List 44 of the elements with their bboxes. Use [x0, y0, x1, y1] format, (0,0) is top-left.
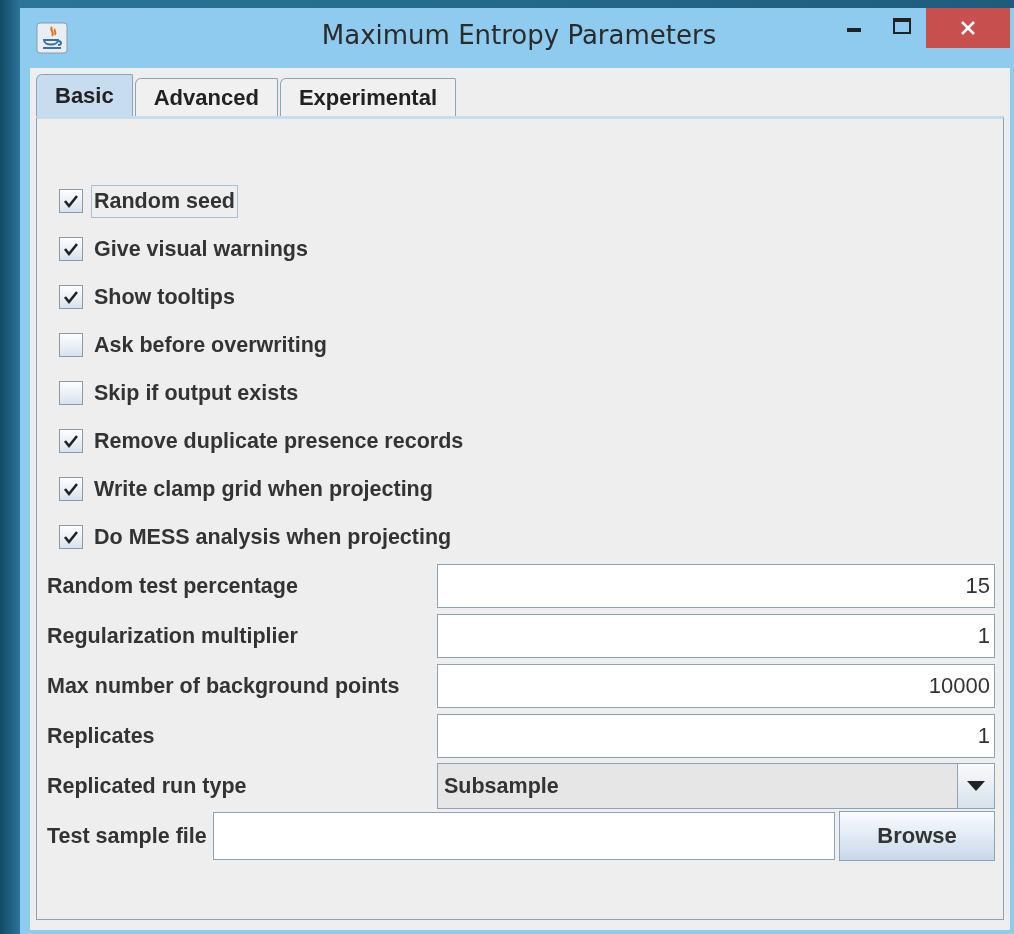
checkbox[interactable]: [59, 429, 83, 453]
input-field[interactable]: 1: [437, 614, 995, 658]
input-field[interactable]: 1: [437, 714, 995, 758]
tab[interactable]: Basic: [36, 74, 133, 116]
checkbox-label[interactable]: Do MESS analysis when projecting: [91, 520, 455, 554]
field-label: Replicated run type: [47, 773, 247, 799]
checkbox-label[interactable]: Give visual warnings: [91, 232, 311, 266]
window-title: Maximum Entropy Parameters: [321, 20, 717, 50]
field-label: Max number of background points: [47, 673, 400, 699]
checkbox[interactable]: [59, 381, 83, 405]
checkbox[interactable]: [59, 189, 83, 213]
field-label: Random test percentage: [47, 573, 298, 599]
input-field[interactable]: 10000: [437, 664, 995, 708]
checkmark-icon: [63, 289, 79, 305]
minimize-icon: [847, 28, 861, 32]
checkbox[interactable]: [59, 477, 83, 501]
checkmark-icon: [63, 241, 79, 257]
checkbox[interactable]: [59, 237, 83, 261]
checkmark-icon: [63, 433, 79, 449]
dropdown[interactable]: Subsample: [437, 763, 995, 809]
input-field[interactable]: 15: [437, 564, 995, 608]
checkmark-icon: [63, 529, 79, 545]
tab[interactable]: Experimental: [279, 78, 457, 116]
close-icon: [960, 20, 976, 36]
app-icon: [36, 22, 68, 54]
field-label: Test sample file: [47, 823, 207, 849]
browse-button[interactable]: Browse: [839, 811, 995, 861]
tab[interactable]: Advanced: [134, 78, 278, 116]
checkbox-label[interactable]: Ask before overwriting: [91, 328, 330, 362]
checkbox-label[interactable]: Skip if output exists: [91, 376, 302, 410]
field-label: Regularization multiplier: [47, 623, 298, 649]
checkbox-label[interactable]: Remove duplicate presence records: [91, 424, 467, 458]
maximize-icon: [893, 18, 911, 34]
checkmark-icon: [63, 481, 79, 497]
checkbox[interactable]: [59, 333, 83, 357]
checkbox[interactable]: [59, 285, 83, 309]
input-field[interactable]: [212, 812, 835, 860]
caret-icon: [967, 781, 985, 791]
checkmark-icon: [63, 193, 79, 209]
checkbox-label[interactable]: Show tooltips: [91, 280, 238, 314]
field-label: Replicates: [47, 723, 155, 749]
checkbox[interactable]: [59, 525, 83, 549]
checkbox-label[interactable]: Write clamp grid when projecting: [91, 472, 436, 506]
checkbox-label[interactable]: Random seed: [91, 184, 238, 218]
